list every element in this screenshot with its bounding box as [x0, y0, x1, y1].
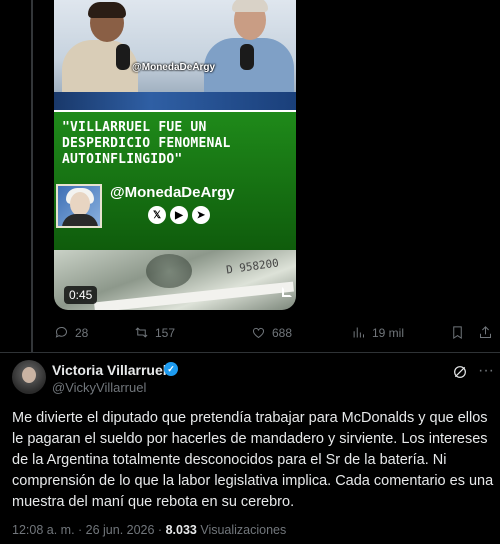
share-button[interactable]	[478, 325, 493, 340]
channel-handle: @MonedaDeArgy	[110, 184, 235, 201]
repost-button[interactable]: 157	[134, 325, 175, 340]
studio-desk	[54, 92, 296, 110]
reply-count: 28	[75, 325, 89, 340]
reply-button[interactable]: 28	[54, 325, 88, 340]
analytics-icon	[353, 327, 364, 338]
video-title-card: "VILLARRUEL FUE UN DESPERDICIO FENOMENAL…	[54, 110, 296, 250]
user-handle[interactable]: @VickyVillarruel	[52, 380, 146, 395]
thread-line	[31, 0, 33, 352]
video-duration: 0:45	[64, 286, 98, 304]
repost-count: 157	[155, 325, 176, 340]
youtube-icon: ▶	[170, 206, 188, 224]
video-overlay-handle: @MonedaDeArgy	[132, 62, 216, 73]
bookmark-button[interactable]	[450, 325, 465, 340]
host-right-hair	[232, 0, 268, 12]
heart-icon	[253, 327, 264, 339]
portrait-face	[70, 192, 90, 216]
grok-icon[interactable]	[452, 364, 468, 380]
divider	[0, 352, 500, 353]
tweet-timestamp[interactable]: 12:08 a. m. · 26 jun. 2026 ·	[12, 523, 166, 537]
banknote-serial: D 958200	[225, 256, 280, 277]
video-headline: "VILLARRUEL FUE UN DESPERDICIO FENOMENAL…	[62, 120, 231, 167]
tweet-text: Me divierte el diputado que pretendía tr…	[12, 410, 494, 510]
telegram-icon: ➤	[192, 206, 210, 224]
tweet-views-label: Visualizaciones	[196, 523, 287, 537]
portrait-coat	[62, 214, 98, 226]
banknote-portrait	[146, 254, 192, 288]
repost-icon	[135, 327, 148, 338]
microphone-icon	[116, 44, 130, 70]
display-name[interactable]: Victoria Villarruel	[52, 362, 167, 378]
tweet-view-count: 8.033	[165, 523, 197, 537]
views-button[interactable]: 19 mil	[351, 325, 404, 340]
share-icon	[480, 326, 491, 338]
verified-badge-icon: ✓	[164, 362, 178, 376]
fullscreen-icon[interactable]	[282, 287, 292, 297]
video-player[interactable]: @MonedaDeArgy "VILLARRUEL FUE UN DESPERD…	[54, 0, 296, 310]
host-left-hair	[88, 2, 126, 18]
banknote-strip	[94, 281, 294, 310]
avatar-face	[22, 367, 36, 383]
avatar[interactable]	[12, 360, 46, 394]
social-icons: 𝕏 ▶ ➤	[148, 206, 210, 224]
tweet-meta: 12:08 a. m. · 26 jun. 2026 · 8.033 Visua…	[12, 523, 286, 537]
like-count: 688	[272, 325, 293, 340]
bookmark-icon	[453, 326, 462, 340]
channel-avatar	[56, 184, 102, 228]
like-button[interactable]: 688	[251, 325, 292, 340]
tweet-actions: 28 157 688 19 mil	[54, 325, 494, 343]
view-count: 19 mil	[372, 325, 405, 340]
more-options-icon[interactable]: ···	[478, 362, 494, 380]
reply-icon	[55, 327, 67, 338]
video-frame-podcast: @MonedaDeArgy	[54, 0, 296, 110]
microphone-icon	[240, 44, 254, 70]
x-icon: 𝕏	[148, 206, 166, 224]
